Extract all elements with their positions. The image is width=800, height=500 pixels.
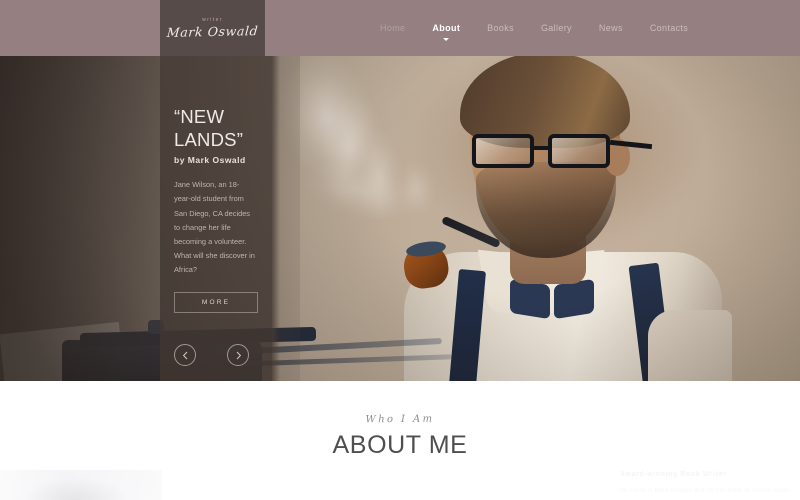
page-root: “NEW LANDS” by Mark Oswald Jane Wilson, … [0, 0, 800, 500]
nav-item-news[interactable]: News [599, 23, 623, 33]
carousel-navigation [174, 344, 249, 366]
nav-item-books[interactable]: Books [487, 23, 514, 33]
site-logo[interactable]: writer Mark Oswald [160, 0, 265, 56]
about-title: ABOUT ME [332, 431, 468, 459]
about-body: Award-winning Book Writer My name is Mar… [620, 469, 800, 497]
about-portrait-photo [0, 470, 162, 500]
about-kicker: Who I Am [365, 413, 435, 426]
hero-text-panel: “NEW LANDS” by Mark Oswald Jane Wilson, … [160, 56, 280, 381]
hero-more-button[interactable]: MORE [174, 291, 258, 313]
carousel-next-button[interactable] [227, 344, 249, 366]
hero-section [0, 0, 800, 381]
site-header: writer Mark Oswald Home About Books Gall… [0, 0, 800, 56]
chevron-left-icon [182, 351, 189, 360]
hero-title-line-2: LANDS” [174, 128, 244, 150]
nav-item-contacts[interactable]: Contacts [650, 23, 688, 33]
about-text: My name is Mark Oswald and I'm the write… [620, 486, 793, 494]
logo-name: Mark Oswald [166, 23, 259, 40]
main-navigation: Home About Books Gallery News Contacts [380, 0, 715, 56]
logo-kicker: writer [202, 17, 223, 23]
hero-byline: by Mark Oswald [174, 155, 246, 166]
chevron-right-icon [235, 351, 242, 360]
nav-item-home[interactable]: Home [380, 23, 405, 33]
hero-title: “NEW LANDS” [174, 106, 262, 151]
carousel-prev-button[interactable] [174, 344, 196, 366]
nav-item-gallery[interactable]: Gallery [541, 23, 572, 33]
about-subtitle: Award-winning Book Writer [620, 471, 727, 478]
hero-title-line-1: “NEW [174, 106, 225, 127]
hero-vignette [0, 0, 800, 381]
nav-item-about[interactable]: About [432, 23, 460, 41]
hero-description: Jane Wilson, an 18-year-old student from… [174, 180, 255, 275]
about-section: Who I Am ABOUT ME Award-winning Book Wri… [0, 381, 800, 500]
